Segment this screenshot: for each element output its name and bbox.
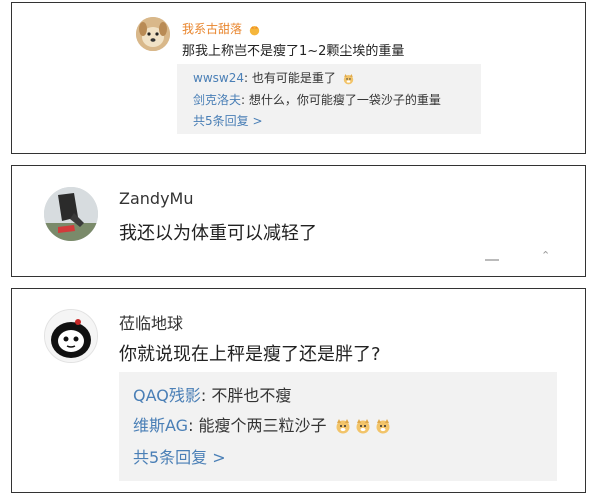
reply-text: : 也有可能是重了 (243, 71, 336, 85)
comment-text: 那我上称岂不是瘦了1~2颗尘埃的重量 (182, 44, 405, 59)
reply-username[interactable]: 维斯AG (133, 416, 188, 435)
username[interactable]: 我系古甜落 (182, 20, 261, 37)
username[interactable]: 莅临地球 (119, 310, 183, 334)
view-more-replies-link[interactable]: 共5条回复 > (133, 444, 226, 468)
reply-text: : 不胖也不瘦 (200, 386, 292, 405)
dog-avatar-icon (136, 17, 170, 51)
doge-emoji-icon (376, 419, 390, 434)
reply-username[interactable]: 剑克洛夫 (193, 93, 241, 107)
user-avatar[interactable] (136, 17, 170, 51)
reply-item: QAQ残影: 不胖也不瘦 (133, 382, 291, 406)
chevron-up-icon[interactable]: ⌃ (541, 249, 550, 262)
reply-box: wwsw24: 也有可能是重了 剑克洛夫: 想什么，你可能瘦了一袋沙子的重量 共… (177, 64, 481, 134)
reply-text: : 能瘦个两三粒沙子 (188, 416, 327, 435)
reply-username[interactable]: QAQ残影 (133, 386, 201, 405)
comment-card: 莅临地球 你就说现在上秤是瘦了还是胖了? QAQ残影: 不胖也不瘦 维斯AG: … (11, 288, 586, 493)
doge-emoji-icon (343, 73, 353, 85)
reply-username[interactable]: wwsw24 (193, 71, 244, 85)
comment-text: 我还以为体重可以减轻了 (119, 223, 317, 244)
view-more-replies-link[interactable]: 共5条回复 > (193, 112, 263, 129)
reply-box: QAQ残影: 不胖也不瘦 维斯AG: 能瘦个两三粒沙子 共5条回复 > (119, 372, 557, 481)
runner-avatar-icon (44, 187, 98, 241)
reply-item: 剑克洛夫: 想什么，你可能瘦了一袋沙子的重量 (193, 91, 441, 108)
username-text: 我系古甜落 (182, 22, 243, 36)
comment-text: 你就说现在上秤是瘦了还是胖了? (119, 344, 381, 365)
cartoon-face-avatar-icon (45, 310, 97, 362)
reply-item: wwsw24: 也有可能是重了 (193, 69, 355, 86)
user-avatar[interactable] (44, 187, 98, 241)
reply-item: 维斯AG: 能瘦个两三粒沙子 (133, 412, 392, 436)
crown-badge-icon (249, 26, 260, 36)
more-options-icon[interactable] (485, 259, 499, 261)
comment-card: 我系古甜落 那我上称岂不是瘦了1~2颗尘埃的重量 wwsw24: 也有可能是重了… (11, 2, 586, 154)
comment-card: ZandyMu 我还以为体重可以减轻了 ⌃ (11, 165, 586, 277)
username[interactable]: ZandyMu (119, 189, 193, 208)
doge-emoji-icon (336, 419, 350, 434)
user-avatar[interactable] (44, 309, 98, 363)
reply-text: : 想什么，你可能瘦了一袋沙子的重量 (241, 93, 441, 107)
doge-emoji-icon (356, 419, 370, 434)
